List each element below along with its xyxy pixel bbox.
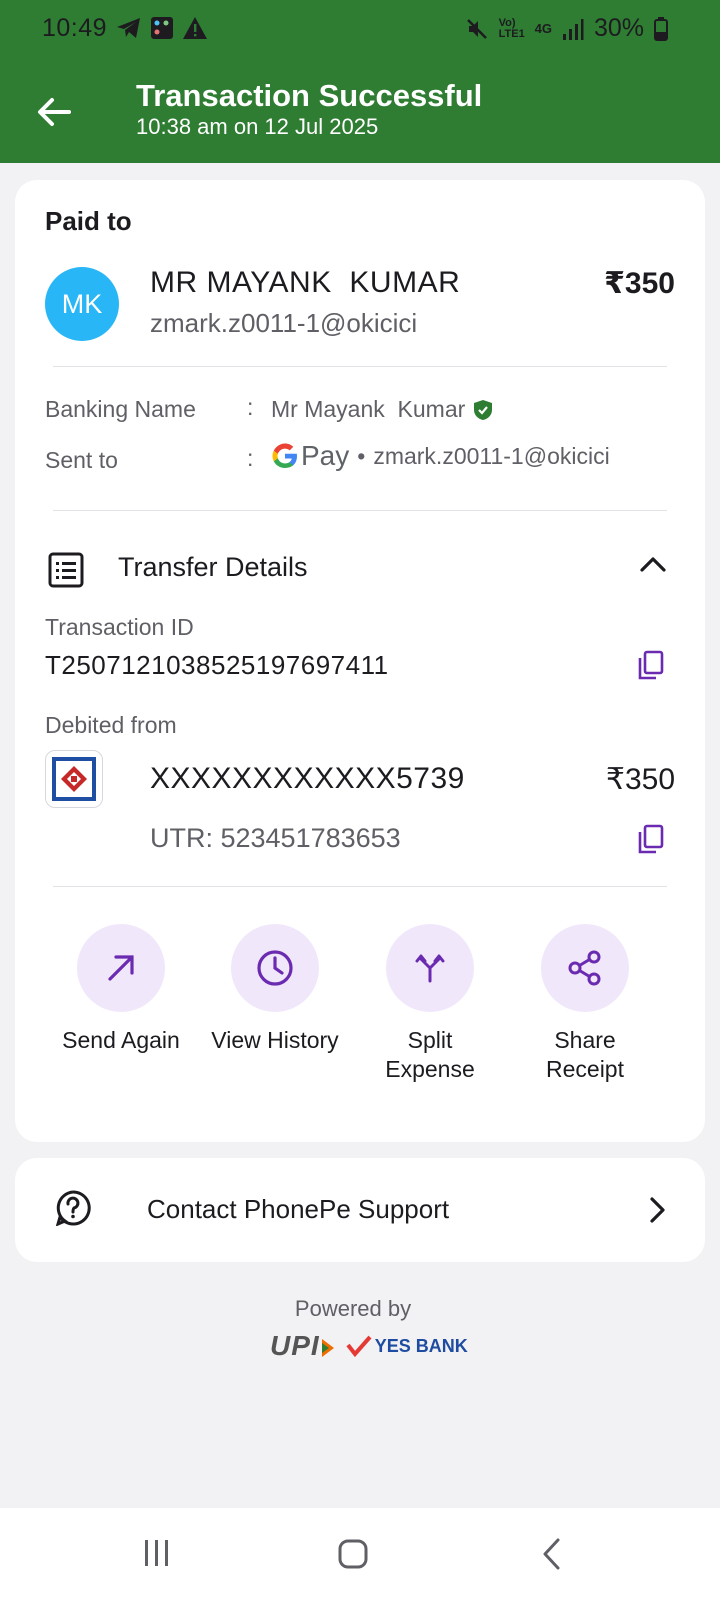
copy-transaction-id-button[interactable] [635,650,665,682]
share-icon [568,950,601,986]
transaction-card: Paid to MK MR MAYANK KUMAR zmark.z0011-1… [15,180,705,1142]
recent-apps-button[interactable] [142,1538,172,1573]
battery-percent: 30% [593,14,644,42]
sent-to-row: Pay • zmark.z0011-1@okicici [271,440,610,472]
copy-icon [638,824,664,854]
split-icon [415,954,445,983]
split-expense-label: Split Expense [385,1027,475,1082]
status-left-icons [116,16,208,40]
view-history-button[interactable]: View History [200,924,350,1055]
volte-icon: Vo) LTE1 [498,16,525,40]
split-expense-button[interactable]: Split Expense [355,924,505,1084]
split-expense-circle[interactable] [386,924,474,1012]
share-receipt-circle[interactable] [541,924,629,1012]
account-number: XXXXXXXXXXXX5739 [150,762,465,795]
upi-logo-text: UPI [270,1330,320,1361]
google-g-icon [272,443,297,468]
separator-dot: • [357,442,366,469]
battery-icon [654,16,668,41]
payee-name: MR MAYANK KUMAR [150,266,461,299]
transaction-id-value: T2507121038525197697411 [45,650,389,680]
view-history-label: View History [211,1027,339,1053]
nav-back-icon [543,1538,560,1570]
divider [53,886,667,887]
divider [53,366,667,367]
yes-bank-tick-icon [346,1335,372,1357]
gpay-logo: Pay [271,440,349,472]
chevron-right-icon [647,1196,667,1229]
status-right-icons: Vo) LTE1 4G 30% [465,14,668,43]
powered-by-label: Powered by [294,1296,412,1321]
status-time: 10:49 [42,14,108,42]
chevron-up-icon[interactable] [639,554,667,579]
yes-bank-logo: YES BANK [346,1335,468,1357]
colon: : [247,394,254,420]
header-bar: 10:49 Vo) LTE1 4G 30% Transaction Succes… [0,0,720,163]
avatar: MK [45,267,119,341]
copy-icon [638,650,664,680]
upi-logo: UPI [270,1330,336,1362]
send-again-label: Send Again [62,1027,180,1053]
sent-to-label: Sent to [45,447,118,473]
transaction-timestamp: 10:38 am on 12 Jul 2025 [136,114,379,139]
partner-logos: UPI YES BANK [270,1330,468,1362]
copy-utr-button[interactable] [635,824,665,856]
upi-arrow-icon [321,1338,334,1357]
send-again-button[interactable]: Send Again [46,924,196,1055]
back-button[interactable] [30,88,78,136]
sent-to-upi-id: zmark.z0011-1@okicici [373,442,610,469]
banking-name-value: Mr Mayank Kumar [271,396,466,422]
banking-name-row: Mr Mayank Kumar [271,396,493,423]
share-receipt-button[interactable]: Share Receipt [510,924,660,1084]
app-notification-icon [151,17,173,39]
contact-support-label: Contact PhonePe Support [147,1194,450,1224]
telegram-icon [117,18,140,38]
payee-upi-id: zmark.z0011-1@okicici [150,308,418,338]
receipt-list-icon [48,552,84,593]
contact-support-button[interactable]: Contact PhonePe Support [15,1158,705,1262]
warning-icon [183,17,207,39]
page-title: Transaction Successful [136,78,483,113]
debited-from-label: Debited from [45,712,177,738]
gpay-text: Pay [301,440,350,471]
banking-name-label: Banking Name [45,396,196,422]
home-icon [338,1539,368,1569]
verified-shield-icon [474,399,493,420]
4g-icon: 4G [534,21,552,36]
status-bar: 10:49 Vo) LTE1 4G 30% [0,0,720,58]
nav-back-button[interactable] [540,1538,564,1575]
utr-number: UTR: 523451783653 [150,823,401,853]
home-button[interactable] [337,1538,369,1575]
paid-amount: ₹350 [604,267,675,300]
help-circle-icon [55,1190,91,1231]
mute-icon [466,18,487,39]
bank-logo [45,750,103,808]
arrow-left-icon [38,98,71,126]
view-history-circle[interactable] [231,924,319,1012]
send-again-circle[interactable] [77,924,165,1012]
colon: : [247,445,254,471]
system-nav-bar [0,1508,720,1600]
yes-bank-text: YES BANK [374,1335,468,1356]
sbi-bank-icon [52,757,96,801]
divider [53,510,667,511]
signal-icon [562,18,584,40]
clock-icon [257,950,293,986]
arrow-up-right-icon [108,955,134,981]
paid-to-label: Paid to [45,206,132,236]
transfer-details-title[interactable]: Transfer Details [118,552,308,583]
share-receipt-label: Share Receipt [546,1027,624,1082]
debited-amount: ₹350 [605,763,675,796]
transaction-id-label: Transaction ID [45,614,194,640]
recent-apps-icon [145,1540,168,1566]
